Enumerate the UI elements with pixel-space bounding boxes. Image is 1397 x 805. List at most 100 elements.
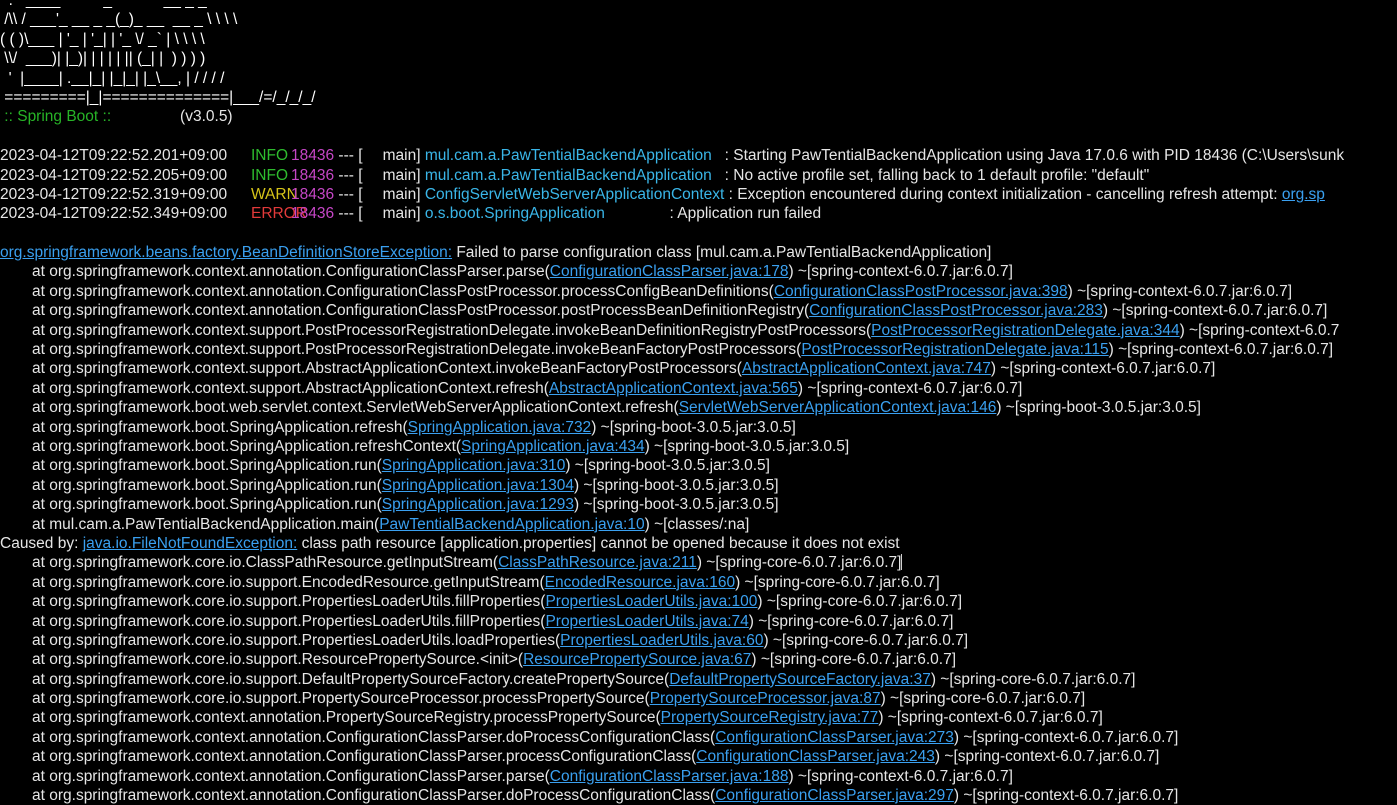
log-separator: --- [ — [334, 147, 363, 165]
spring-boot-label: :: Spring Boot :: — [0, 108, 116, 126]
stack-frame-source-link[interactable]: SpringApplication.java:310 — [382, 457, 566, 474]
cause-exception-link[interactable]: java.io.FileNotFoundException: — [83, 535, 298, 552]
stack-frame: at org.springframework.core.io.support.P… — [0, 631, 1397, 650]
stack-frame-source-link[interactable]: PropertySourceProcessor.java:87 — [650, 690, 881, 707]
log-level-warn: WARN — [251, 185, 298, 203]
exception-message: Failed to parse configuration class [mul… — [452, 244, 992, 262]
stack-frame-source-link[interactable]: ClassPathResource.java:211 — [498, 554, 697, 571]
stack-frame-source-link[interactable]: SpringApplication.java:732 — [408, 419, 592, 436]
log-level-info: INFO — [251, 166, 289, 184]
stack-frame-source-link[interactable]: PostProcessorRegistrationDelegate.java:3… — [871, 322, 1179, 339]
log-separator: --- [ — [334, 185, 363, 203]
stack-frame-source-link[interactable]: ConfigurationClassParser.java:188 — [550, 768, 789, 785]
spring-banner: . ____ _ __ _ _ /\\ / ___'_ __ _ _(_)_ _… — [0, 0, 1397, 107]
log-separator: --- [ — [334, 205, 363, 223]
log-timestamp: 2023-04-12T09:22:52.201+09:00 — [0, 147, 228, 165]
log-logger: mul.cam.a.PawTentialBackendApplication — [424, 147, 712, 165]
stack-frame: at org.springframework.context.support.A… — [0, 379, 1397, 398]
stack-frame-jar: ) ~[spring-context-6.0.7.jar:6.0.7] — [878, 709, 1103, 727]
stack-frame-source-link[interactable]: ConfigurationClassParser.java:273 — [715, 729, 954, 746]
stack-frame-method: at org.springframework.context.annotatio… — [32, 282, 774, 300]
stack-frame-source-link[interactable]: SpringApplication.java:1293 — [382, 496, 574, 513]
stack-frame: at org.springframework.core.io.support.E… — [0, 573, 1397, 592]
stack-frame-source-link[interactable]: ServletWebServerApplicationContext.java:… — [679, 399, 997, 416]
log-thread: main] — [382, 166, 421, 184]
stack-frame: at org.springframework.context.annotatio… — [0, 786, 1397, 805]
stack-frame-jar: ) ~[spring-context-6.0.7.jar:6.0.7] — [1067, 282, 1293, 300]
stack-frame-method: at org.springframework.core.io.support.P… — [32, 612, 546, 630]
log-thread: main] — [382, 205, 421, 223]
console-output[interactable]: . ____ _ __ _ _ /\\ / ___'_ __ _ _(_)_ _… — [0, 0, 1397, 805]
spring-boot-version-line: :: Spring Boot :: (v3.0.5) — [0, 107, 1397, 126]
stack-frame-source-link[interactable]: PawTentialBackendApplication.java:10 — [379, 516, 644, 533]
stack-frame-method: at org.springframework.core.io.ClassPath… — [32, 554, 499, 572]
stack-frame-method: at org.springframework.boot.SpringApplic… — [32, 476, 382, 494]
stack-frame-method: at org.springframework.context.annotatio… — [32, 767, 550, 785]
stack-frame-jar: ) ~[spring-core-6.0.7.jar:6.0.7] — [751, 651, 957, 669]
stack-frame-method: at org.springframework.core.io.support.P… — [32, 593, 546, 611]
spring-boot-version: (v3.0.5) — [115, 108, 233, 126]
log-timestamp: 2023-04-12T09:22:52.349+09:00 — [0, 205, 228, 223]
stack-frame: at org.springframework.context.support.P… — [0, 340, 1397, 359]
stack-frame-source-link[interactable]: ConfigurationClassPostProcessor.java:398 — [774, 283, 1068, 300]
banner-line: \\/ ___)| |_)| | | | | || (_| | ) ) ) ) — [0, 50, 206, 68]
stack-frame-jar: ) ~[spring-context-6.0.7.jar:6.0.7] — [1102, 302, 1328, 320]
log-message: : Starting PawTentialBackendApplication … — [711, 147, 1345, 165]
banner-line: =========|_|==============|___/=/_/_/_/ — [0, 88, 316, 106]
stack-frame-method: at org.springframework.context.support.P… — [32, 341, 802, 359]
log-pid: 18436 — [291, 147, 335, 165]
stack-frame: at org.springframework.core.io.support.P… — [0, 689, 1397, 708]
stack-frame-jar: ) ~[spring-core-6.0.7.jar:6.0.7] — [757, 593, 963, 611]
log-logger: mul.cam.a.PawTentialBackendApplication — [424, 166, 712, 184]
stack-frame-source-link[interactable]: ConfigurationClassParser.java:243 — [696, 748, 935, 765]
stack-frame-source-link[interactable]: PropertySourceRegistry.java:77 — [661, 709, 879, 726]
exception-class-link[interactable]: org.springframework.beans.factory.BeanDe… — [0, 244, 452, 261]
stack-frame-jar: ) ~[spring-boot-3.0.5.jar:3.0.5] — [573, 476, 779, 494]
log-pid: 18436 — [291, 185, 335, 203]
stack-frame-source-link[interactable]: PropertiesLoaderUtils.java:60 — [560, 632, 763, 649]
log-message-link[interactable]: org.sp — [1282, 186, 1325, 203]
stack-frame-source-link[interactable]: AbstractApplicationContext.java:747 — [742, 360, 991, 377]
stack-frame-jar: ) ~[spring-context-6.0.7.jar:6.0.7] — [788, 263, 1013, 281]
stack-frame-method: at mul.cam.a.PawTentialBackendApplicatio… — [32, 515, 380, 533]
log-separator: --- [ — [334, 166, 363, 184]
stack-frame-method: at org.springframework.context.annotatio… — [32, 302, 810, 320]
stack-frame-source-link[interactable]: EncodedResource.java:160 — [545, 574, 735, 591]
stack-trace: at org.springframework.context.annotatio… — [0, 262, 1397, 533]
stack-frame-jar: ) ~[spring-context-6.0.7 — [1179, 321, 1340, 339]
stack-frame: at org.springframework.context.annotatio… — [0, 708, 1397, 727]
stack-frame-jar: ) ~[spring-core-6.0.7.jar:6.0.7] — [748, 612, 954, 630]
stack-frame: at org.springframework.context.annotatio… — [0, 301, 1397, 320]
stack-frame-source-link[interactable]: ConfigurationClassParser.java:178 — [550, 263, 789, 280]
stack-frame: at org.springframework.boot.SpringApplic… — [0, 437, 1397, 456]
stack-frame-source-link[interactable]: PropertiesLoaderUtils.java:100 — [545, 593, 757, 610]
stack-frame-source-link[interactable]: SpringApplication.java:434 — [461, 438, 645, 455]
stack-frame-source-link[interactable]: ConfigurationClassPostProcessor.java:283 — [809, 302, 1103, 319]
stack-frame-method: at org.springframework.boot.SpringApplic… — [32, 496, 382, 514]
stack-frame: at org.springframework.boot.SpringApplic… — [0, 476, 1397, 495]
stack-frame: at org.springframework.context.support.A… — [0, 359, 1397, 378]
stack-frame-source-link[interactable]: PostProcessorRegistrationDelegate.java:1… — [801, 341, 1108, 358]
banner-line: . ____ _ __ _ _ — [0, 0, 207, 9]
stack-frame-jar: ) ~[spring-boot-3.0.5.jar:3.0.5] — [573, 496, 779, 514]
caused-by-label: Caused by: — [0, 534, 83, 552]
stack-frame-method: at org.springframework.core.io.support.E… — [32, 573, 545, 591]
stack-frame: at org.springframework.core.io.support.R… — [0, 650, 1397, 669]
stack-frame-source-link[interactable]: SpringApplication.java:1304 — [382, 477, 574, 494]
cause-stack-trace: at org.springframework.core.io.ClassPath… — [0, 553, 1397, 805]
log-level-info: INFO — [251, 147, 289, 165]
log-message: : Exception encountered during context i… — [724, 185, 1282, 203]
stack-frame-source-link[interactable]: DefaultPropertySourceFactory.java:37 — [669, 671, 931, 688]
stack-frame-source-link[interactable]: ResourcePropertySource.java:67 — [523, 651, 751, 668]
stack-frame-jar: ) ~[spring-core-6.0.7.jar:6.0.7] — [696, 554, 902, 572]
stack-frame-method: at org.springframework.core.io.support.D… — [32, 670, 670, 688]
log-line: 2023-04-12T09:22:52.201+09:00 INFO 18436 -… — [0, 146, 1397, 165]
stack-frame-jar: ) ~[spring-core-6.0.7.jar:6.0.7] — [930, 670, 1136, 688]
stack-frame-source-link[interactable]: AbstractApplicationContext.java:565 — [549, 380, 798, 397]
stack-frame: at org.springframework.context.support.P… — [0, 321, 1397, 340]
log-logger: ConfigServletWebServerApplicationContext — [424, 185, 725, 203]
log-entries: 2023-04-12T09:22:52.201+09:00 INFO 18436 -… — [0, 146, 1397, 224]
stack-frame-source-link[interactable]: PropertiesLoaderUtils.java:74 — [545, 613, 748, 630]
stack-frame-method: at org.springframework.core.io.support.P… — [32, 631, 561, 649]
